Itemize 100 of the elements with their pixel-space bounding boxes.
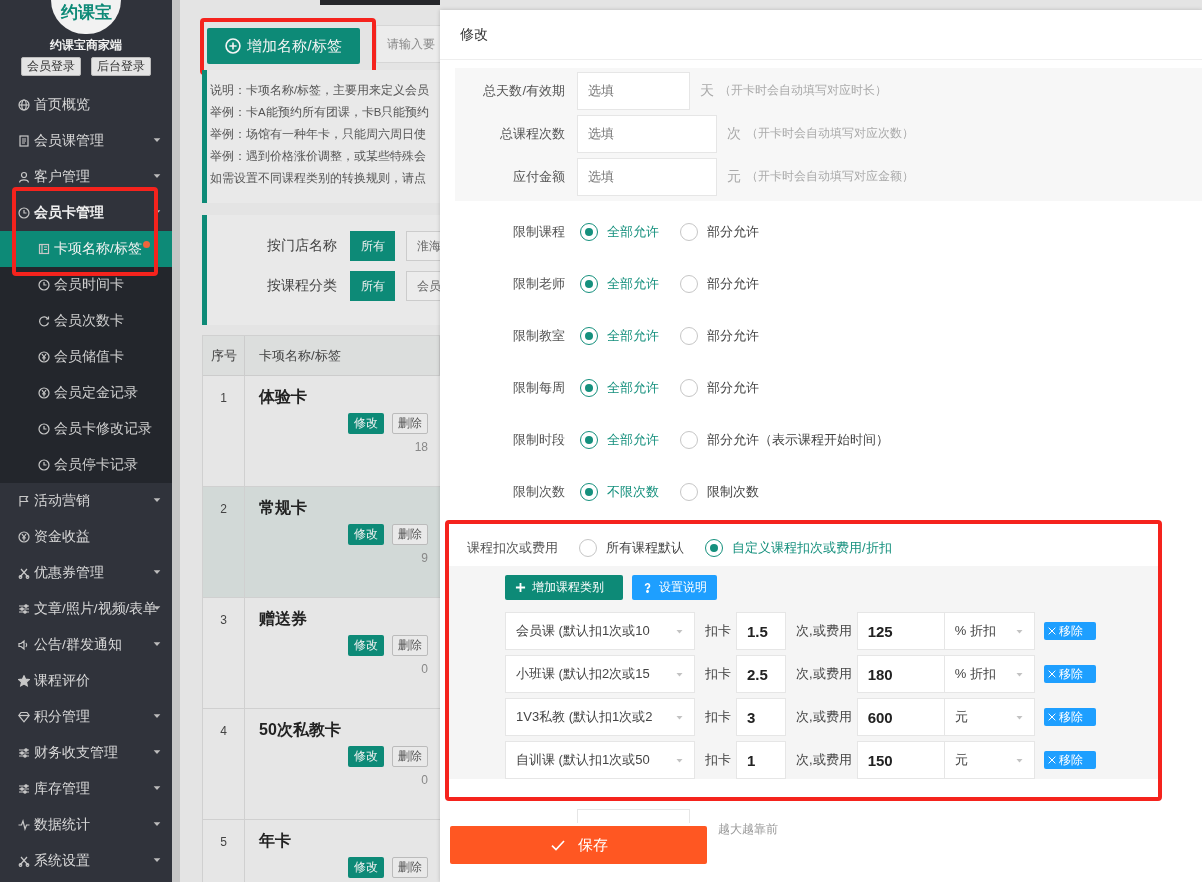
- menu-item[interactable]: 积分管理: [0, 699, 172, 735]
- radio-option[interactable]: 所有课程默认: [579, 539, 684, 557]
- radio-option[interactable]: 部分允许: [680, 223, 759, 241]
- field-label: 限制时段: [512, 431, 565, 449]
- menu-item[interactable]: 财务收支管理: [0, 735, 172, 771]
- field-label: 课程扣次或费用: [467, 539, 558, 557]
- delete-button[interactable]: 删除: [392, 635, 428, 656]
- submenu-item[interactable]: 会员定金记录: [0, 375, 172, 411]
- edit-button[interactable]: 修改: [348, 857, 384, 878]
- course-select[interactable]: 1V3私教 (默认扣1次或2: [505, 698, 695, 736]
- input-field[interactable]: 600: [856, 698, 945, 736]
- note-text: 说明：卡项名称/标签，主要用来定义会员: [210, 83, 431, 98]
- submenu-item[interactable]: 会员卡修改记录: [0, 411, 172, 447]
- submenu-item[interactable]: 会员储值卡: [0, 339, 172, 375]
- delete-button[interactable]: 删除: [392, 413, 428, 434]
- input-field[interactable]: 1: [736, 741, 786, 779]
- hint-text: （开卡时会自动填写对应金额）: [746, 168, 914, 185]
- row-number: 1: [203, 376, 245, 486]
- input-field[interactable]: 125: [856, 612, 945, 650]
- field-label: 限制每周: [512, 379, 565, 397]
- menu-item[interactable]: 资金收益: [0, 519, 172, 555]
- edit-button[interactable]: 修改: [348, 413, 384, 434]
- menu-item[interactable]: 活动营销: [0, 483, 172, 519]
- radio-option[interactable]: 全部允许: [580, 223, 659, 241]
- menu-item[interactable]: 优惠券管理: [0, 555, 172, 591]
- submenu-item[interactable]: 会员时间卡: [0, 267, 172, 303]
- filter-option[interactable]: 所有: [350, 231, 395, 261]
- menu-item[interactable]: 课程评价: [0, 663, 172, 699]
- delete-button[interactable]: 删除: [392, 524, 428, 545]
- input-field[interactable]: 2.5: [736, 655, 786, 693]
- logo: 约课宝: [51, 0, 121, 34]
- login-button[interactable]: 后台登录: [91, 57, 151, 76]
- row-number: 3: [203, 598, 245, 708]
- filter-option[interactable]: 会员: [406, 271, 440, 301]
- hint-text: 越大越靠前: [718, 821, 778, 838]
- field-label: 限制课程: [512, 223, 565, 241]
- input-field[interactable]: 150: [856, 741, 945, 779]
- menu-item[interactable]: 公告/群发通知: [0, 627, 172, 663]
- submenu-item[interactable]: 会员次数卡: [0, 303, 172, 339]
- radio-option[interactable]: 部分允许: [680, 379, 759, 397]
- unit-label: 元: [727, 167, 741, 186]
- add-category-button[interactable]: 增加课程类别: [505, 575, 623, 600]
- delete-button[interactable]: 删除: [392, 746, 428, 767]
- radio-option[interactable]: 限制次数: [680, 483, 759, 501]
- input-field[interactable]: 1.5: [736, 612, 786, 650]
- field-label: 限制次数: [512, 483, 565, 501]
- radio-option[interactable]: 全部允许: [580, 379, 659, 397]
- course-select[interactable]: 小班课 (默认扣2次或15: [505, 655, 695, 693]
- login-button[interactable]: 会员登录: [21, 57, 81, 76]
- input-field[interactable]: 选填: [577, 114, 717, 153]
- menu-item[interactable]: 首页概览: [0, 87, 172, 123]
- unit-select[interactable]: % 折扣: [944, 655, 1035, 693]
- add-button[interactable]: 增加名称/标签: [207, 28, 360, 64]
- menu-item[interactable]: 客户管理: [0, 159, 172, 195]
- note-text: 如需设置不同课程类别的转换规则，请点: [210, 171, 427, 186]
- menu-item[interactable]: 文章/照片/视频/表单: [0, 591, 172, 627]
- hint-text: （开卡时会自动填写对应次数）: [746, 125, 914, 142]
- row-number: 4: [203, 709, 245, 819]
- input-field[interactable]: 选填: [577, 71, 690, 110]
- edit-button[interactable]: 修改: [348, 746, 384, 767]
- input-field[interactable]: 180: [856, 655, 945, 693]
- field-label: 次,或费用: [796, 622, 852, 640]
- unit-label: 次: [727, 124, 741, 143]
- unit-select[interactable]: 元: [944, 741, 1035, 779]
- field-label: 扣卡: [705, 751, 731, 769]
- radio-option[interactable]: 全部允许: [580, 327, 659, 345]
- input-field[interactable]: 3: [736, 698, 786, 736]
- unit-select[interactable]: 元: [944, 698, 1035, 736]
- field-label: 次,或费用: [796, 751, 852, 769]
- radio-option[interactable]: 全部允许: [580, 431, 659, 449]
- hint-text: （开卡时会自动填写对应时长）: [719, 82, 887, 99]
- menu-item[interactable]: 数据统计: [0, 807, 172, 843]
- menu-item[interactable]: 会员卡管理: [0, 195, 172, 231]
- course-select[interactable]: 会员课 (默认扣1次或10: [505, 612, 695, 650]
- radio-option[interactable]: 不限次数: [580, 483, 659, 501]
- radio-option[interactable]: 部分允许: [680, 327, 759, 345]
- search-field[interactable]: 请输入要: [376, 25, 440, 63]
- unit-select[interactable]: % 折扣: [944, 612, 1035, 650]
- submenu-item[interactable]: 会员停卡记录: [0, 447, 172, 483]
- radio-option[interactable]: 部分允许: [680, 275, 759, 293]
- input-field[interactable]: 选填: [577, 157, 717, 196]
- delete-button[interactable]: 删除: [392, 857, 428, 878]
- field-label: 扣卡: [705, 708, 731, 726]
- field-label: 次,或费用: [796, 708, 852, 726]
- filter-label: 按课程分类: [266, 277, 337, 295]
- field-label: 扣卡: [705, 622, 731, 640]
- edit-button[interactable]: 修改: [348, 635, 384, 656]
- course-select[interactable]: 自训课 (默认扣1次或50: [505, 741, 695, 779]
- filter-option[interactable]: 淮海: [406, 231, 440, 261]
- radio-option[interactable]: 全部允许: [580, 275, 659, 293]
- submenu-item[interactable]: 卡项名称/标签: [0, 231, 172, 267]
- edit-button[interactable]: 修改: [348, 524, 384, 545]
- menu-item[interactable]: 库存管理: [0, 771, 172, 807]
- menu-item[interactable]: 会员课管理: [0, 123, 172, 159]
- filter-option[interactable]: 所有: [350, 271, 395, 301]
- brand-name: 约课宝商家端: [49, 37, 123, 54]
- radio-option[interactable]: 自定义课程扣次或费用/折扣: [705, 539, 892, 557]
- card-name: 赠送券: [259, 609, 307, 629]
- menu-item[interactable]: 系统设置: [0, 843, 172, 879]
- radio-option[interactable]: 部分允许（表示课程开始时间）: [680, 431, 889, 449]
